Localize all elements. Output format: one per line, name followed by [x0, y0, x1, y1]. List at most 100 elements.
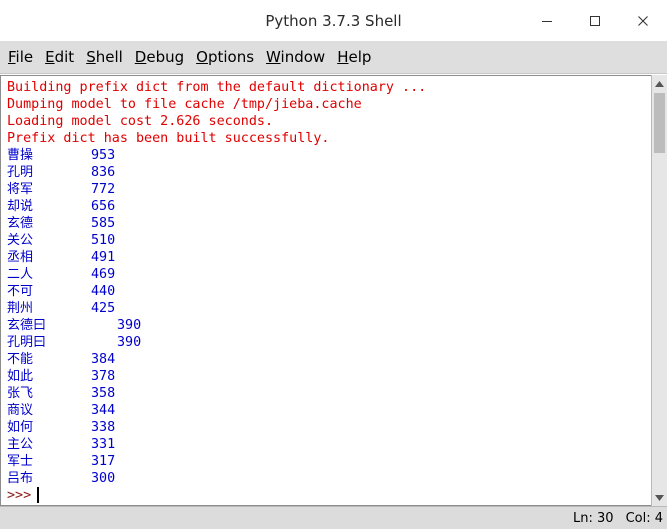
close-icon	[638, 15, 648, 26]
stderr-line: Dumping model to file cache /tmp/jieba.c…	[7, 97, 362, 112]
minimize-button[interactable]	[523, 0, 571, 41]
menu-help[interactable]: Help	[331, 41, 377, 74]
word-count: 384	[91, 352, 116, 367]
shell-output[interactable]: Building prefix dict from the default di…	[0, 75, 651, 506]
menu-label: dit	[54, 47, 75, 66]
output-row: 如何 338	[7, 419, 651, 436]
window-controls	[523, 0, 667, 41]
word-text: 主公	[7, 437, 34, 452]
column-number: Col: 4	[625, 510, 663, 526]
word-count: 390	[117, 318, 142, 333]
output-row: 军士 317	[7, 453, 651, 470]
maximize-button[interactable]	[571, 0, 619, 41]
arrow-down-icon	[655, 494, 664, 501]
output-row: 玄德 585	[7, 215, 651, 232]
window-title: Python 3.7.3 Shell	[265, 11, 402, 30]
word-count: 585	[91, 216, 116, 231]
output-row: 二人 469	[7, 266, 651, 283]
menu-label: ile	[15, 47, 34, 66]
word-count: 440	[91, 284, 116, 299]
word-count: 344	[91, 403, 116, 418]
close-button[interactable]	[619, 0, 667, 41]
arrow-up-icon	[655, 80, 664, 87]
output-row: 荆州 425	[7, 300, 651, 317]
scroll-down-button[interactable]	[652, 489, 667, 506]
word-count: 425	[91, 301, 116, 316]
output-row: 商议 344	[7, 402, 651, 419]
menu-mnemonic: O	[196, 47, 208, 66]
line-number: Ln: 30	[573, 510, 614, 526]
word-text: 将军	[7, 182, 34, 197]
word-text: 吕布	[7, 471, 34, 486]
menu-file[interactable]: File	[2, 41, 39, 74]
word-count: 510	[91, 233, 116, 248]
word-count: 300	[91, 471, 116, 486]
word-text: 曹操	[7, 148, 34, 163]
word-count: 772	[91, 182, 116, 197]
output-row: 丞相 491	[7, 249, 651, 266]
menu-mnemonic: S	[86, 47, 96, 66]
output-row: 将军 772	[7, 181, 651, 198]
menu-debug[interactable]: Debug	[129, 41, 190, 74]
vertical-scrollbar[interactable]	[651, 75, 667, 506]
word-count: 656	[91, 199, 116, 214]
scroll-thumb[interactable]	[654, 93, 665, 153]
menu-label: ebug	[146, 47, 185, 66]
minimize-icon	[542, 20, 552, 22]
maximize-icon	[590, 15, 600, 26]
word-text: 如何	[7, 420, 34, 435]
menu-label: ptions	[207, 47, 255, 66]
word-count: 953	[91, 148, 116, 163]
word-text: 玄德	[7, 216, 34, 231]
word-text: 却说	[7, 199, 34, 214]
menu-label: indow	[280, 47, 326, 66]
scroll-up-button[interactable]	[652, 75, 667, 92]
word-count: 390	[117, 335, 142, 350]
menu-bar: File Edit Shell Debug Options Window Help	[0, 41, 667, 74]
word-text: 荆州	[7, 301, 34, 316]
menu-edit[interactable]: Edit	[39, 41, 80, 74]
word-text: 关公	[7, 233, 34, 248]
menu-mnemonic: E	[45, 47, 55, 66]
stderr-line: Building prefix dict from the default di…	[7, 80, 427, 95]
word-count: 338	[91, 420, 116, 435]
word-text: 不能	[7, 352, 34, 367]
output-row: 却说 656	[7, 198, 651, 215]
word-count: 491	[91, 250, 116, 265]
output-row: 孔明曰 390	[7, 334, 651, 351]
word-text: 二人	[7, 267, 34, 282]
word-text: 玄德曰	[7, 318, 47, 333]
prompt-line[interactable]: >>>	[7, 487, 651, 504]
menu-mnemonic: W	[266, 47, 281, 66]
word-text: 不可	[7, 284, 34, 299]
word-text: 军士	[7, 454, 34, 469]
menu-mnemonic: F	[8, 47, 16, 66]
output-row: 如此 378	[7, 368, 651, 385]
menu-shell[interactable]: Shell	[80, 41, 129, 74]
output-row: 张飞 358	[7, 385, 651, 402]
stderr-line: Prefix dict has been built successfully.	[7, 131, 330, 146]
output-row: 主公 331	[7, 436, 651, 453]
word-count: 331	[91, 437, 116, 452]
word-text: 商议	[7, 403, 34, 418]
text-cursor	[37, 487, 40, 503]
word-count: 317	[91, 454, 116, 469]
menu-label: hell	[95, 47, 123, 66]
menu-mnemonic: H	[337, 47, 349, 66]
word-text: 如此	[7, 369, 34, 384]
output-row: 不能 384	[7, 351, 651, 368]
output-row: 吕布 300	[7, 470, 651, 487]
title-bar: Python 3.7.3 Shell	[0, 0, 667, 41]
status-bar: Ln: 30 Col: 4	[0, 506, 667, 529]
output-row: 玄德曰 390	[7, 317, 651, 334]
word-text: 丞相	[7, 250, 34, 265]
word-text: 张飞	[7, 386, 34, 401]
output-row: 关公 510	[7, 232, 651, 249]
word-count: 378	[91, 369, 116, 384]
word-text: 孔明	[7, 165, 34, 180]
menu-window[interactable]: Window	[260, 41, 331, 74]
word-count: 358	[91, 386, 116, 401]
menu-options[interactable]: Options	[190, 41, 260, 74]
menu-label: elp	[348, 47, 372, 66]
word-count: 836	[91, 165, 116, 180]
